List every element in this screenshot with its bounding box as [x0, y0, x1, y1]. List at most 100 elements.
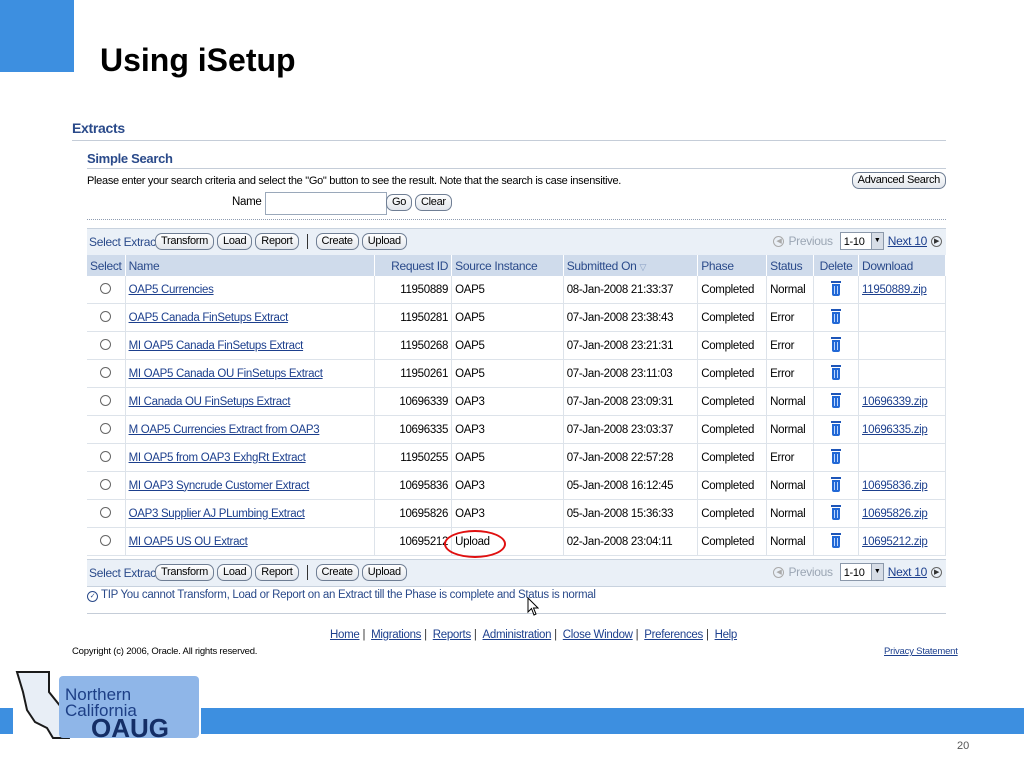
advanced-search-button[interactable]: Advanced Search — [851, 172, 946, 189]
go-button[interactable]: Go — [386, 194, 413, 211]
trash-icon[interactable] — [831, 280, 842, 296]
divider — [72, 140, 946, 141]
reports-link[interactable]: Reports — [433, 629, 471, 641]
select-radio-cell — [87, 415, 126, 444]
load-button[interactable]: Load — [217, 564, 253, 581]
report-button[interactable]: Report — [255, 564, 299, 581]
extract-name-link[interactable]: MI OAP5 Canada FinSetups Extract — [129, 340, 304, 352]
load-button[interactable]: Load — [217, 233, 253, 250]
select-radio[interactable] — [100, 422, 112, 434]
next-10-link[interactable]: Next 10 — [888, 565, 928, 579]
report-button[interactable]: Report — [255, 233, 299, 250]
select-radio-cell — [87, 471, 126, 500]
download-cell: 10696339.zip — [858, 387, 946, 416]
select-radio-cell — [87, 359, 126, 388]
extract-name-link[interactable]: OAP3 Supplier AJ PLumbing Extract — [129, 508, 305, 520]
download-link[interactable]: 10695826.zip — [862, 508, 928, 520]
name-input[interactable] — [265, 192, 387, 215]
close-window-link[interactable]: Close Window — [563, 629, 633, 641]
preferences-link[interactable]: Preferences — [644, 629, 703, 641]
phase-cell: Completed — [697, 276, 768, 304]
source-instance-cell: OAP5 — [451, 276, 564, 304]
header-phase: Phase — [697, 255, 768, 276]
trash-icon[interactable] — [831, 448, 842, 464]
select-radio[interactable] — [100, 394, 112, 406]
select-radio[interactable] — [100, 338, 112, 350]
select-radio[interactable] — [100, 310, 112, 322]
trash-icon[interactable] — [831, 532, 842, 548]
select-radio-cell — [87, 331, 126, 360]
extract-name-link[interactable]: M OAP5 Currencies Extract from OAP3 — [129, 424, 320, 436]
select-radio-cell — [87, 499, 126, 528]
page-number: 20 — [957, 740, 970, 752]
delete-cell — [813, 471, 860, 500]
extract-name-link[interactable]: MI Canada OU FinSetups Extract — [129, 396, 291, 408]
table-row: OAP5 Canada FinSetups Extract 11950281 OAP… — [87, 303, 946, 332]
create-button[interactable]: Create — [315, 233, 359, 250]
extract-name-link[interactable]: MI OAP5 from OAP3 ExhgRt Extract — [129, 452, 306, 464]
download-cell — [858, 359, 946, 388]
select-extract-toolbar-bottom: Select Extract: Transform Load Report Cr… — [87, 559, 946, 587]
trash-icon[interactable] — [831, 420, 842, 436]
extract-name-link[interactable]: MI OAP5 Canada OU FinSetups Extract — [129, 368, 323, 380]
trash-icon[interactable] — [831, 392, 842, 408]
home-link[interactable]: Home — [330, 629, 360, 641]
trash-icon[interactable] — [831, 364, 842, 380]
next-10-link[interactable]: Next 10 — [888, 234, 928, 248]
extract-name-link[interactable]: MI OAP3 Syncrude Customer Extract — [129, 480, 310, 492]
upload-button[interactable]: Upload — [361, 233, 407, 250]
extract-name-link[interactable]: OAP5 Canada FinSetups Extract — [129, 312, 289, 324]
select-radio[interactable] — [100, 450, 112, 462]
privacy-statement-link[interactable]: Privacy Statement — [884, 646, 958, 657]
extract-name-link[interactable]: OAP5 Currencies — [129, 284, 214, 296]
download-link[interactable]: 10695836.zip — [862, 480, 928, 492]
range-select[interactable]: 1-10 ▼ — [839, 232, 884, 250]
range-select[interactable]: 1-10 ▼ — [839, 563, 884, 581]
download-link[interactable]: 10696335.zip — [862, 424, 928, 436]
name-cell: OAP5 Canada FinSetups Extract — [125, 303, 376, 332]
name-cell: MI OAP5 Canada OU FinSetups Extract — [125, 359, 376, 388]
select-radio[interactable] — [100, 282, 112, 294]
previous-link: Previous — [788, 234, 833, 248]
download-link[interactable]: 10695212.zip — [862, 536, 928, 548]
upload-button[interactable]: Upload — [361, 564, 407, 581]
submitted-on-cell: 05-Jan-2008 16:12:45 — [563, 471, 699, 500]
status-cell: Normal — [766, 471, 815, 500]
trash-icon[interactable] — [831, 504, 842, 520]
administration-link[interactable]: Administration — [483, 629, 552, 641]
delete-cell — [813, 359, 860, 388]
help-link[interactable]: Help — [715, 629, 738, 641]
header-name: Name — [125, 255, 376, 276]
extract-name-link[interactable]: MI OAP5 US OU Extract — [129, 536, 248, 548]
header-select: Select — [87, 255, 126, 276]
create-button[interactable]: Create — [315, 564, 359, 581]
select-radio[interactable] — [100, 506, 112, 518]
select-radio[interactable] — [100, 366, 112, 378]
next-icon[interactable]: ▶ — [931, 235, 942, 247]
status-cell: Normal — [766, 276, 815, 304]
download-cell: 10696335.zip — [858, 415, 946, 444]
migrations-link[interactable]: Migrations — [371, 629, 421, 641]
download-link[interactable]: 10696339.zip — [862, 396, 928, 408]
trash-icon[interactable] — [831, 308, 842, 324]
phase-cell: Completed — [697, 387, 768, 416]
delete-cell — [813, 331, 860, 360]
trash-icon[interactable] — [831, 476, 842, 492]
source-instance-cell: OAP3 — [451, 471, 564, 500]
select-radio[interactable] — [100, 478, 112, 490]
request-id-cell: 10696335 — [374, 415, 453, 444]
header-submitted-on[interactable]: Submitted On ▽ — [563, 255, 699, 276]
trash-icon[interactable] — [831, 336, 842, 352]
select-extract-label: Select Extract: — [89, 566, 162, 580]
transform-button[interactable]: Transform — [155, 564, 215, 581]
select-radio-cell — [87, 276, 126, 304]
select-extract-label: Select Extract: — [89, 235, 162, 249]
download-link[interactable]: 11950889.zip — [862, 284, 927, 296]
clear-button[interactable]: Clear — [415, 194, 452, 211]
select-radio[interactable] — [100, 534, 112, 546]
name-cell: MI OAP5 US OU Extract — [125, 527, 376, 556]
delete-cell — [813, 303, 860, 332]
phase-cell: Completed — [697, 499, 768, 528]
next-icon[interactable]: ▶ — [931, 566, 942, 578]
transform-button[interactable]: Transform — [155, 233, 215, 250]
